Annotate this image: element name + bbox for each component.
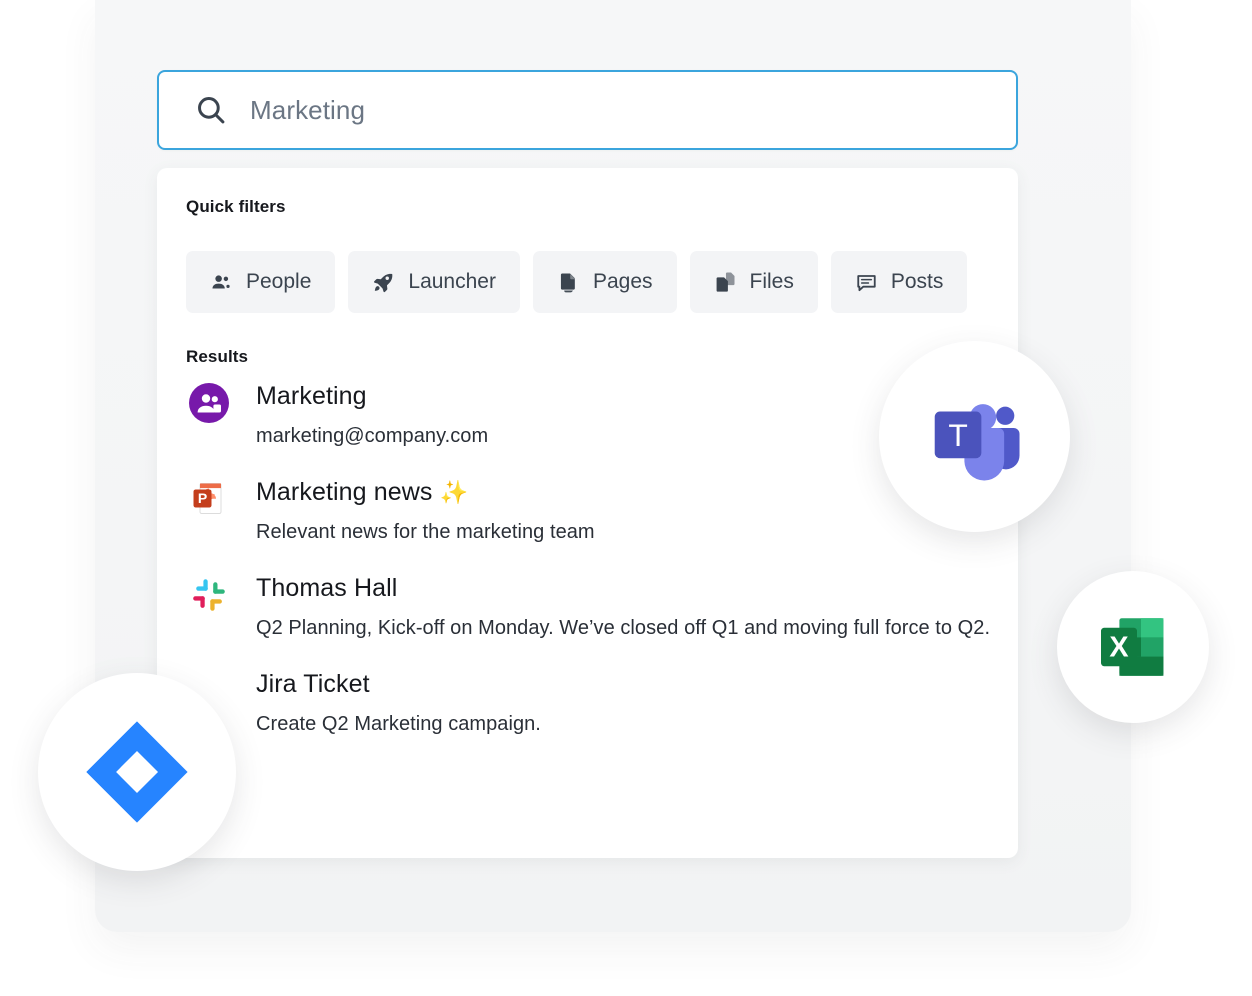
quick-filters-heading: Quick filters: [186, 197, 286, 217]
comment-icon: [855, 271, 878, 294]
result-item-marketing-news[interactable]: P Marketing news ✨ Relevant news for the…: [186, 476, 996, 547]
search-input[interactable]: [250, 95, 950, 126]
rocket-icon: [372, 271, 395, 294]
results-heading: Results: [186, 347, 248, 367]
excel-glyph: X: [1093, 607, 1173, 687]
result-subtitle: Relevant news for the marketing team: [256, 518, 996, 547]
jira-logo: [38, 673, 236, 871]
microsoft-excel-logo: X: [1057, 571, 1209, 723]
files-icon: [714, 271, 737, 294]
quick-filter-people-label: People: [246, 270, 311, 294]
svg-text:P: P: [198, 490, 207, 506]
quick-filter-people[interactable]: People: [186, 251, 335, 313]
result-title: Marketing news ✨: [256, 476, 996, 508]
result-title: Thomas Hall: [256, 572, 996, 604]
group-avatar-icon: [188, 382, 230, 424]
quick-filter-files[interactable]: Files: [690, 251, 818, 313]
svg-text:T: T: [948, 417, 967, 453]
quick-filter-pages-label: Pages: [593, 270, 653, 294]
svg-text:X: X: [1109, 632, 1128, 664]
microsoft-teams-logo: T: [879, 341, 1070, 532]
result-title-text: Thomas Hall: [256, 574, 397, 602]
result-item-thomas-hall[interactable]: Thomas Hall Q2 Planning, Kick-off on Mon…: [186, 572, 996, 643]
jira-glyph: [82, 717, 192, 827]
quick-filter-launcher-label: Launcher: [408, 270, 496, 294]
result-subtitle: Q2 Planning, Kick-off on Monday. We’ve c…: [256, 614, 996, 643]
result-subtitle: Create Q2 Marketing campaign.: [256, 710, 996, 739]
result-title-text: Marketing news: [256, 478, 432, 506]
quick-filter-pages[interactable]: Pages: [533, 251, 677, 313]
slack-icon: [188, 574, 230, 616]
result-title: Jira Ticket: [256, 668, 996, 700]
quick-filter-chip-group: People Launcher Pages: [186, 251, 967, 313]
result-item-marketing[interactable]: Marketing marketing@company.com: [186, 380, 996, 451]
people-icon: [210, 271, 233, 294]
quick-filter-posts[interactable]: Posts: [831, 251, 968, 313]
powerpoint-icon: P: [188, 478, 230, 520]
quick-filter-posts-label: Posts: [891, 270, 944, 294]
sparkles-icon: ✨: [440, 479, 469, 505]
result-title-text: Marketing: [256, 382, 367, 410]
search-icon: [194, 93, 228, 127]
page-icon: [557, 271, 580, 294]
quick-filter-files-label: Files: [750, 270, 794, 294]
quick-filter-launcher[interactable]: Launcher: [348, 251, 520, 313]
result-title-text: Jira Ticket: [256, 670, 370, 698]
result-item-jira-ticket[interactable]: Jira Ticket Create Q2 Marketing campaign…: [186, 668, 996, 739]
teams-glyph: T: [922, 384, 1028, 490]
result-list: Marketing marketing@company.com P Market…: [186, 380, 996, 764]
search-bar[interactable]: [157, 70, 1018, 150]
search-results-panel: Quick filters People Launcher: [157, 168, 1018, 858]
